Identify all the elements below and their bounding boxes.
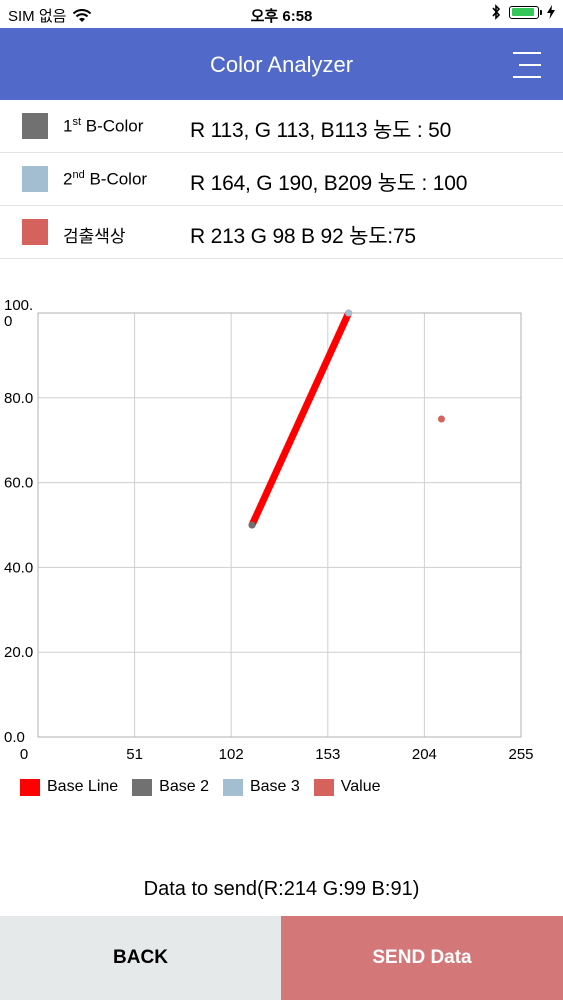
detected-color-row: 검출색상 R 213 G 98 B 92 농도:75	[0, 206, 563, 259]
base-color-2-value: R 164, G 190, B209 농도 : 100	[190, 172, 468, 195]
x-tick-label: 204	[412, 746, 437, 763]
detected-color-swatch	[22, 219, 48, 245]
base-color-2-row: 2nd B-Color R 164, G 190, B209 농도 : 100	[0, 153, 563, 206]
base-3-point	[345, 309, 353, 317]
send-data-button[interactable]: SEND Data	[281, 916, 563, 1000]
base-2-point	[248, 521, 256, 529]
legend-value: Value	[313, 778, 381, 796]
base-color-1-label: 1st B-Color	[63, 116, 144, 136]
chart-legend: Base Line Base 2 Base 3 Value	[20, 778, 381, 796]
app-title: Color Analyzer	[209, 52, 354, 77]
color-chart: 0 51 102 153 204 255 0.0 20.0 40.0 60.0 80.0 100. 0	[0, 290, 563, 810]
detected-color-value: R 213 G 98 B 92 농도:75	[190, 225, 416, 248]
back-button[interactable]: BACK	[0, 916, 281, 1000]
base-color-1-swatch	[22, 113, 48, 139]
x-tick-label: 255	[508, 746, 533, 763]
y-tick-label: 60.0	[4, 475, 33, 492]
x-tick-label: 153	[315, 746, 340, 763]
app-header: Color Analyzer	[0, 28, 563, 100]
status-bar: SIM 없음 오후 6:58	[0, 0, 563, 28]
base-color-1-row: 1st B-Color R 113, G 113, B113 농도 : 50	[0, 100, 563, 153]
value-point	[437, 415, 445, 423]
y-tick-label: 0.0	[4, 729, 25, 746]
legend-base-line: Base Line	[20, 778, 118, 796]
charging-icon	[547, 5, 555, 19]
battery-icon	[509, 5, 542, 19]
menu-icon[interactable]	[513, 52, 541, 78]
chart-canvas: 0 51 102 153 204 2550.020.040.060.080.0100.0	[4, 297, 534, 763]
base-line-series-line	[248, 309, 353, 529]
detected-color-label: 검출색상	[63, 227, 126, 246]
x-tick-label: 102	[219, 746, 244, 763]
base-color-2-swatch	[22, 166, 48, 192]
legend-base-3: Base 3	[222, 778, 300, 796]
y-tick-label: 80.0	[4, 390, 33, 407]
x-tick-label: 51	[126, 746, 143, 763]
x-tick-label: 0	[20, 746, 28, 763]
color-list: 1st B-Color R 113, G 113, B113 농도 : 50 2…	[0, 100, 563, 259]
base-color-1-value: R 113, G 113, B113 농도 : 50	[190, 119, 452, 142]
y-tick-label-wrap: 0	[4, 313, 12, 330]
base-color-2-label: 2nd B-Color	[63, 169, 148, 189]
y-tick-label: 20.0	[4, 644, 33, 661]
status-time: 오후 6:58	[250, 8, 313, 25]
send-data-info: Data to send(R:214 G:99 B:91)	[143, 878, 420, 900]
legend-base-2: Base 2	[132, 778, 209, 796]
plot-frame	[37, 312, 522, 738]
y-tick-label: 40.0	[4, 559, 33, 576]
y-tick-label: 100.	[4, 297, 33, 314]
bluetooth-icon	[492, 4, 501, 20]
